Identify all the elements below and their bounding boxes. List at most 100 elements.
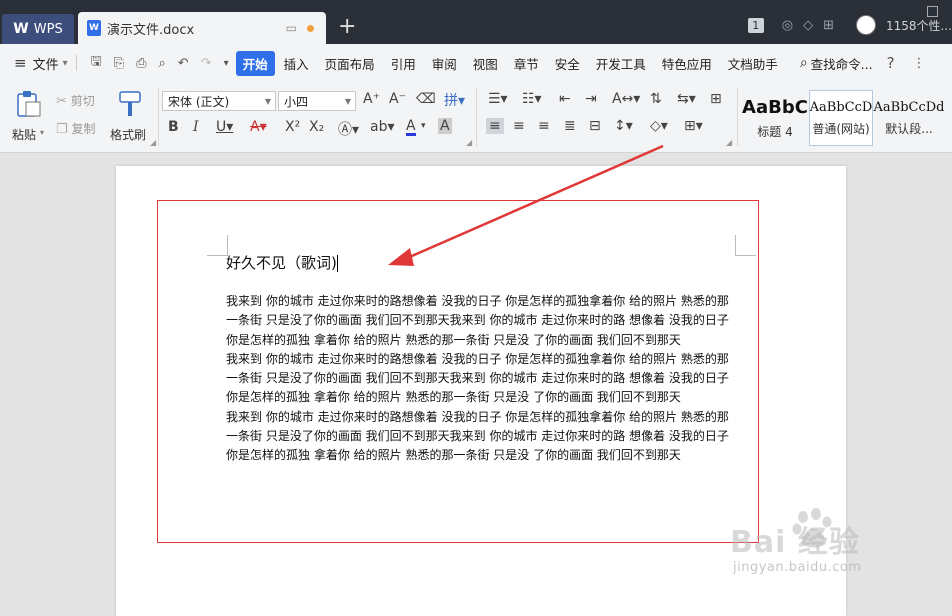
numbering-icon[interactable]: ☷▾ — [522, 91, 542, 107]
menu-tab-insert[interactable]: 插入 — [277, 51, 316, 76]
char-shading-icon[interactable]: A — [438, 118, 452, 134]
cut-button[interactable]: ✂ 剪切 — [56, 92, 95, 109]
lyrics-paragraph: 我来到 你的城市 走过你来时的路想像着 没我的日子 你是怎样的孤独拿着你 给的照… — [226, 409, 729, 463]
cut-label: 剪切 — [70, 94, 95, 108]
lyrics-paragraph: 我来到 你的城市 走过你来时的路想像着 没我的日子 你是怎样的孤独拿着你 给的照… — [226, 294, 729, 347]
chevron-down-icon[interactable]: ▾ — [63, 58, 68, 69]
window-count-badge[interactable]: 1 — [747, 17, 764, 33]
command-search-label: 查找命令... — [810, 56, 873, 72]
justify-icon[interactable]: ≣ — [564, 118, 576, 134]
decrease-font-icon[interactable]: A⁻ — [389, 91, 406, 107]
line-spacing-icon[interactable]: ↕▾ — [614, 118, 633, 134]
scissors-icon: ✂ — [56, 94, 67, 109]
hamburger-menu-icon[interactable]: ≡ — [14, 54, 27, 72]
more-options-icon[interactable]: ⋮ — [913, 56, 926, 71]
paste-label: 粘贴 — [12, 128, 37, 142]
template-icon[interactable]: ◇ — [803, 18, 813, 33]
highlight-icon[interactable]: ab▾ — [370, 119, 395, 135]
tab-wps-home[interactable]: W WPS — [2, 14, 74, 44]
menu-tab-page-layout[interactable]: 页面布局 — [318, 51, 382, 76]
font-name-value: 宋体 (正文) — [168, 94, 230, 109]
menu-tab-features[interactable]: 特色应用 — [655, 51, 719, 76]
wps-logo-icon: W — [13, 21, 29, 37]
format-painter-button[interactable]: 格式刷 — [108, 88, 150, 146]
menu-tab-doc-assistant[interactable]: 文档助手 — [721, 51, 785, 76]
help-icon[interactable]: ? — [887, 54, 895, 72]
titlebar-right: 1 ◎ ◇ ⊞ 1158个性... — [747, 6, 952, 42]
text-direction-icon[interactable]: A↔▾ — [612, 91, 640, 107]
copy-button[interactable]: ❐ 复制 — [56, 120, 96, 137]
lyrics-paragraph: 我来到 你的城市 走过你来时的路想像着 没我的日子 你是怎样的孤独拿着你 给的照… — [226, 351, 729, 405]
style-default-paragraph[interactable]: AaBbCcDd 默认段... — [873, 90, 945, 146]
style-sample: AaBbCcDd — [873, 99, 945, 115]
grid-icon[interactable]: ⊞ — [823, 18, 834, 33]
bold-icon[interactable]: B — [168, 119, 179, 135]
show-marks-icon[interactable]: ⇆▾ — [677, 91, 696, 107]
table-border-icon[interactable]: ⊞ — [710, 91, 722, 107]
copy-icon: ❐ — [56, 122, 68, 137]
italic-icon[interactable]: I — [193, 119, 199, 135]
shading-icon[interactable]: ◇▾ — [650, 118, 668, 134]
sort-icon[interactable]: ⇅ — [650, 91, 662, 107]
command-search[interactable]: ⌕ 查找命令... — [800, 54, 873, 73]
new-tab-button[interactable]: + — [338, 14, 356, 40]
menu-tab-security[interactable]: 安全 — [548, 51, 587, 76]
strikethrough-icon[interactable]: A▾ — [250, 119, 267, 135]
decrease-indent-icon[interactable]: ⇤ — [559, 91, 571, 107]
menu-tab-view[interactable]: 视图 — [466, 51, 505, 76]
borders-icon[interactable]: ⊞▾ — [684, 118, 703, 134]
monitor-icon[interactable]: ▭ — [286, 21, 297, 35]
font-color-caret-icon[interactable]: ▾ — [421, 121, 426, 131]
undo-icon[interactable]: ↶ — [178, 56, 189, 71]
menu-tab-references[interactable]: 引用 — [384, 51, 423, 76]
paste-button[interactable]: 粘贴 ▾ — [10, 88, 50, 146]
align-left-icon[interactable]: ≡ — [486, 118, 504, 134]
font-color-icon[interactable]: A — [406, 119, 416, 136]
underline-icon[interactable]: U▾ — [216, 119, 233, 135]
watermark-brand: Bai 经验 — [730, 525, 860, 560]
font-size-select[interactable]: 小四 ▼ — [278, 91, 356, 111]
menu-tab-review[interactable]: 审阅 — [425, 51, 464, 76]
clipboard-dialog-launcher-icon[interactable]: ◢ — [150, 138, 156, 147]
tab-document-label: 演示文件.docx — [107, 22, 195, 38]
print-icon[interactable]: ⎙ — [136, 56, 146, 71]
document-title[interactable]: 好久不见（歌词) — [226, 252, 339, 273]
menu-tab-sections[interactable]: 章节 — [507, 51, 546, 76]
pinyin-guide-icon[interactable]: 拼▾ — [444, 90, 465, 110]
menu-file[interactable]: 文件 — [33, 54, 59, 73]
subscript-icon[interactable]: X₂ — [309, 119, 324, 135]
superscript-icon[interactable]: X² — [285, 119, 300, 135]
print-preview-icon[interactable]: ⌕ — [159, 56, 166, 71]
increase-indent-icon[interactable]: ⇥ — [585, 91, 597, 107]
save-icon[interactable]: 🖫 — [91, 52, 102, 74]
increase-font-icon[interactable]: A⁺ — [363, 91, 380, 107]
avatar[interactable] — [856, 15, 877, 35]
distributed-icon[interactable]: ⊟ — [589, 118, 601, 134]
paragraph-dialog-launcher-icon[interactable]: ◢ — [726, 138, 732, 147]
style-sample: AaBbCcD — [809, 99, 873, 115]
export-pdf-icon[interactable]: ⎘ — [114, 56, 124, 71]
menu-tab-developer[interactable]: 开发工具 — [589, 51, 653, 76]
style-heading-4[interactable]: AaBbC 标题 4 — [742, 90, 808, 146]
menu-tab-start[interactable]: 开始 — [235, 50, 275, 76]
style-label: 普通(网站) — [812, 121, 870, 136]
align-right-icon[interactable]: ≡ — [538, 118, 550, 134]
style-label: 标题 4 — [757, 124, 793, 139]
clear-format-icon[interactable]: ⌫ — [416, 91, 436, 107]
divider — [75, 55, 77, 71]
user-name[interactable]: 1158个性... — [886, 17, 952, 34]
redo-icon[interactable]: ↷ — [201, 56, 212, 71]
text-effect-icon[interactable]: Ⓐ▾ — [338, 119, 359, 139]
font-name-select[interactable]: 宋体 (正文) ▼ — [162, 91, 276, 111]
font-dialog-launcher-icon[interactable]: ◢ — [466, 138, 472, 147]
align-center-icon[interactable]: ≡ — [513, 118, 525, 134]
bullets-icon[interactable]: ☰▾ — [488, 91, 508, 107]
restore-window-icon[interactable] — [927, 6, 938, 17]
style-normal-web[interactable]: AaBbCcD 普通(网站) — [809, 90, 873, 146]
document-title-text: 好久不见（歌词) — [226, 254, 337, 272]
document-body[interactable]: 我来到 你的城市 走过你来时的路想像着 没我的日子 你是怎样的孤独拿着你 给的照… — [226, 292, 731, 466]
customize-caret-icon[interactable]: ▾ — [224, 58, 229, 69]
watermark-url: jingyan.baidu.com — [733, 560, 862, 575]
tab-document[interactable]: W 演示文件.docx ▭ — [78, 12, 326, 44]
skin-icon[interactable]: ◎ — [782, 18, 793, 33]
